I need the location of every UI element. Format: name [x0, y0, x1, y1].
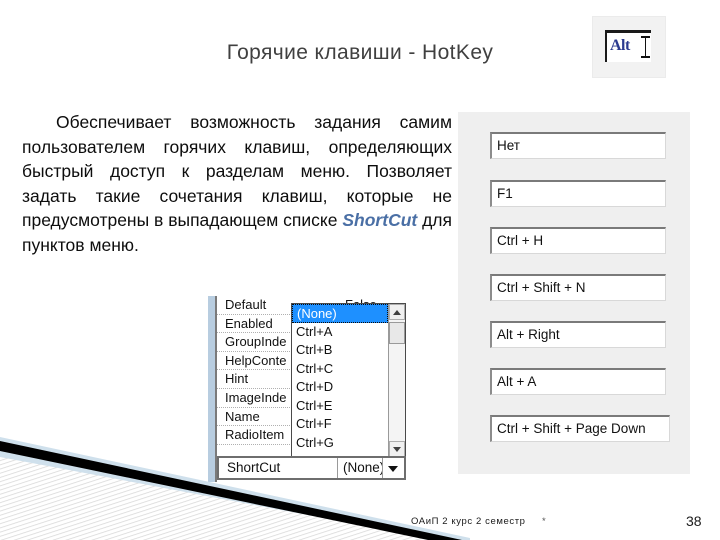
- property-row-divider: [337, 458, 338, 478]
- dropdown-option[interactable]: (None): [292, 304, 388, 323]
- property-name: ImageInde: [225, 389, 287, 405]
- footer-course-label: ОАиП 2 курс 2 семестр: [411, 516, 526, 527]
- body-paragraph: Обеспечивает возможность задания самим п…: [22, 110, 452, 258]
- hotkey-field-6[interactable]: Alt + A: [490, 368, 666, 395]
- hotkey-field-2[interactable]: F1: [490, 180, 666, 207]
- footer-marker: *: [542, 516, 546, 527]
- property-name: Name: [225, 408, 260, 424]
- hotkey-field-1[interactable]: Нет: [490, 132, 666, 159]
- property-name: Hint: [225, 371, 249, 387]
- property-grid-left-margin: [208, 296, 215, 482]
- alt-key-logo-box: Alt: [605, 30, 651, 62]
- chevron-down-icon[interactable]: [382, 458, 404, 478]
- property-name: HelpConte: [225, 352, 287, 368]
- hotkey-field-7[interactable]: Ctrl + Shift + Page Down: [490, 415, 670, 442]
- hotkey-field-4[interactable]: Ctrl + Shift + N: [490, 274, 666, 301]
- property-name: RadioItem: [225, 427, 285, 443]
- shortcut-keyword: ShortCut: [342, 210, 418, 231]
- property-value-shortcut: (None): [343, 460, 385, 475]
- scrollbar-thumb[interactable]: [389, 322, 405, 344]
- property-grid-screenshot: Default False Enabled GroupInde HelpCont…: [208, 296, 406, 482]
- page-number: 38: [686, 513, 702, 529]
- property-name: Enabled: [225, 315, 273, 331]
- alt-key-logo: Alt: [592, 16, 666, 78]
- hotkey-examples-panel: Нет F1 Ctrl + H Ctrl + Shift + N Alt + R…: [458, 112, 690, 474]
- property-row-shortcut[interactable]: ShortCut (None): [217, 456, 406, 480]
- hotkey-field-3[interactable]: Ctrl + H: [490, 227, 666, 254]
- property-name: Default: [225, 297, 267, 312]
- alt-key-logo-label: Alt: [610, 37, 630, 54]
- hotkey-field-5[interactable]: Alt + Right: [490, 321, 666, 348]
- text-caret-icon: [641, 36, 650, 58]
- dropdown-scrollbar[interactable]: [388, 304, 405, 457]
- shortcut-dropdown-list[interactable]: (None) Ctrl+A Ctrl+B Ctrl+C Ctrl+D Ctrl+…: [291, 303, 406, 458]
- scroll-up-arrow-icon[interactable]: [389, 304, 405, 320]
- property-name-shortcut: ShortCut: [227, 460, 281, 475]
- property-name: GroupInde: [225, 334, 287, 350]
- scroll-down-arrow-icon[interactable]: [389, 441, 405, 457]
